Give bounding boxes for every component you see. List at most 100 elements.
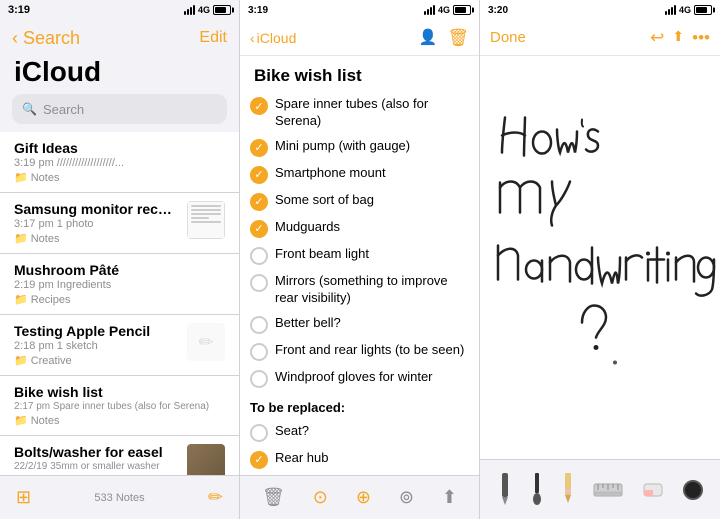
check-footer-icon[interactable]: ⊙	[313, 487, 328, 508]
compose-icon[interactable]: ✏	[208, 487, 223, 508]
note-meta: 22/2/19 35mm or smaller washer	[14, 461, 179, 472]
check-text-2: Mini pump (with gauge)	[275, 138, 469, 155]
ruler-tool[interactable]	[593, 480, 623, 500]
folder-icon: 📁	[14, 171, 28, 184]
lasso-footer-icon[interactable]: ⊚	[399, 487, 414, 508]
brush-tool[interactable]	[531, 471, 543, 509]
lte-badge-2: 4G	[438, 5, 450, 15]
pen-tool[interactable]	[498, 471, 512, 509]
status-icons-3: 4G	[665, 5, 712, 15]
note-content: Gift Ideas 3:19 pm ///////////////////..…	[14, 140, 225, 184]
eraser-icon	[642, 479, 664, 501]
check-text-4: Some sort of bag	[275, 192, 469, 209]
note-content: Testing Apple Pencil 2:18 pm 1 sketch 📁 …	[14, 323, 179, 367]
note-meta: 3:17 pm 1 photo	[14, 218, 179, 230]
note-folder: 📁 Notes	[14, 171, 225, 184]
brush-icon	[531, 471, 543, 509]
note-folder: 📁 Notes	[14, 414, 225, 427]
ruler-icon	[593, 480, 623, 500]
trash-footer-icon[interactable]: 🗑	[262, 487, 285, 508]
eraser-tool[interactable]	[642, 479, 664, 501]
check-circle-12[interactable]: ✓	[250, 451, 268, 469]
status-bar-1: 3:19 4G	[0, 0, 239, 20]
drawing-toolbar	[480, 459, 720, 519]
nav-icons-3: ↩ ⬆ •••	[650, 28, 710, 48]
check-circle-4[interactable]: ✓	[250, 193, 268, 211]
undo-icon[interactable]: ↩	[650, 28, 664, 48]
search-bar-1[interactable]: 🔍 Search	[12, 94, 227, 124]
search-icon-1: 🔍	[22, 102, 37, 116]
grid-icon[interactable]: ⊞	[16, 487, 31, 508]
status-bar-2: 3:19 4G	[240, 0, 479, 20]
check-text-10: Windproof gloves for winter	[275, 369, 469, 386]
status-bar-3: 3:20 4G	[480, 0, 720, 20]
check-text-9: Front and rear lights (to be seen)	[275, 342, 469, 359]
nav-bar-2: ‹ iCloud 👤 🗑	[240, 20, 479, 56]
note-title: Samsung monitor receipt	[14, 201, 179, 217]
check-text-8: Better bell?	[275, 315, 469, 332]
check-circle-6[interactable]	[250, 247, 268, 265]
panel-title-1: iCloud	[0, 56, 239, 94]
check-item-9: Front and rear lights (to be seen)	[250, 338, 469, 365]
status-icons-1: 4G	[184, 5, 231, 15]
note-folder: 📁 Notes	[14, 232, 179, 245]
note-item-bolts[interactable]: Bolts/washer for easel 22/2/19 35mm or s…	[0, 436, 239, 475]
handwriting-svg	[480, 56, 720, 459]
note-item-gift-ideas[interactable]: Gift Ideas 3:19 pm ///////////////////..…	[0, 132, 239, 193]
check-circle-7[interactable]	[250, 274, 268, 292]
note-item-bike[interactable]: Bike wish list 2:17 pm Spare inner tubes…	[0, 376, 239, 436]
folder-icon: 📁	[14, 293, 28, 306]
check-circle-8[interactable]	[250, 316, 268, 334]
done-button[interactable]: Done	[490, 29, 526, 46]
battery-icon-2	[453, 5, 471, 15]
share-icon-3[interactable]: ⬆	[672, 28, 684, 48]
checklist: ✓ Spare inner tubes (also for Serena) ✓ …	[240, 92, 479, 475]
note-meta: 2:17 pm Spare inner tubes (also for Sere…	[14, 401, 225, 412]
note-content: Mushroom Pâté 2:19 pm Ingredients 📁 Reci…	[14, 262, 225, 306]
status-icons-2: 4G	[424, 5, 471, 15]
note-meta: 3:19 pm ///////////////////...	[14, 157, 225, 169]
check-text-11: Seat?	[275, 423, 469, 440]
color-picker-tool[interactable]	[683, 480, 703, 500]
folder-icon: 📁	[14, 232, 28, 245]
note-item-testing[interactable]: Testing Apple Pencil 2:18 pm 1 sketch 📁 …	[0, 315, 239, 376]
back-search-button[interactable]: ‹ Search	[12, 28, 80, 49]
check-circle-11[interactable]	[250, 424, 268, 442]
check-text-7: Mirrors (something to improve rear visib…	[275, 273, 469, 307]
check-circle-1[interactable]: ✓	[250, 97, 268, 115]
check-circle-2[interactable]: ✓	[250, 139, 268, 157]
lte-badge-1: 4G	[198, 5, 210, 15]
check-circle-3[interactable]: ✓	[250, 166, 268, 184]
note-folder: 📁 Notes	[14, 474, 179, 475]
more-icon[interactable]: •••	[692, 28, 710, 48]
note-item-samsung[interactable]: Samsung monitor receipt 3:17 pm 1 photo …	[0, 193, 239, 254]
share-footer-icon[interactable]: ⬆	[442, 487, 457, 508]
search-placeholder-1: Search	[43, 102, 84, 117]
signal-icon-3	[665, 5, 676, 15]
handwriting-panel: 3:20 4G Done ↩ ⬆ •••	[480, 0, 720, 519]
edit-button[interactable]: Edit	[199, 29, 227, 47]
signal-icon-2	[424, 5, 435, 15]
check-circle-5[interactable]: ✓	[250, 220, 268, 238]
time-3: 3:20	[488, 5, 508, 16]
handwriting-canvas[interactable]	[480, 56, 720, 459]
check-circle-9[interactable]	[250, 343, 268, 361]
check-circle-10[interactable]	[250, 370, 268, 388]
note-content: Samsung monitor receipt 3:17 pm 1 photo …	[14, 201, 179, 245]
back-label-2: iCloud	[257, 30, 297, 46]
pencil-tool[interactable]	[562, 471, 574, 509]
back-arrow-icon-2: ‹	[250, 30, 255, 46]
add-footer-icon[interactable]: ⊕	[356, 487, 371, 508]
signal-icon-1	[184, 5, 195, 15]
note-title: Testing Apple Pencil	[14, 323, 179, 339]
panel-footer-1: ⊞ 533 Notes ✏	[0, 475, 239, 519]
nav-icons-2: 👤 🗑	[419, 28, 469, 48]
back-icloud-button[interactable]: ‹ iCloud	[250, 30, 296, 46]
note-item-mushroom[interactable]: Mushroom Pâté 2:19 pm Ingredients 📁 Reci…	[0, 254, 239, 315]
person-icon[interactable]: 👤	[419, 28, 438, 48]
notes-list: Gift Ideas 3:19 pm ///////////////////..…	[0, 132, 239, 475]
check-item-11: Seat?	[250, 419, 469, 446]
check-item-1: ✓ Spare inner tubes (also for Serena)	[250, 92, 469, 134]
trash-nav-icon[interactable]: 🗑	[447, 28, 469, 48]
folder-icon: 📁	[14, 354, 28, 367]
